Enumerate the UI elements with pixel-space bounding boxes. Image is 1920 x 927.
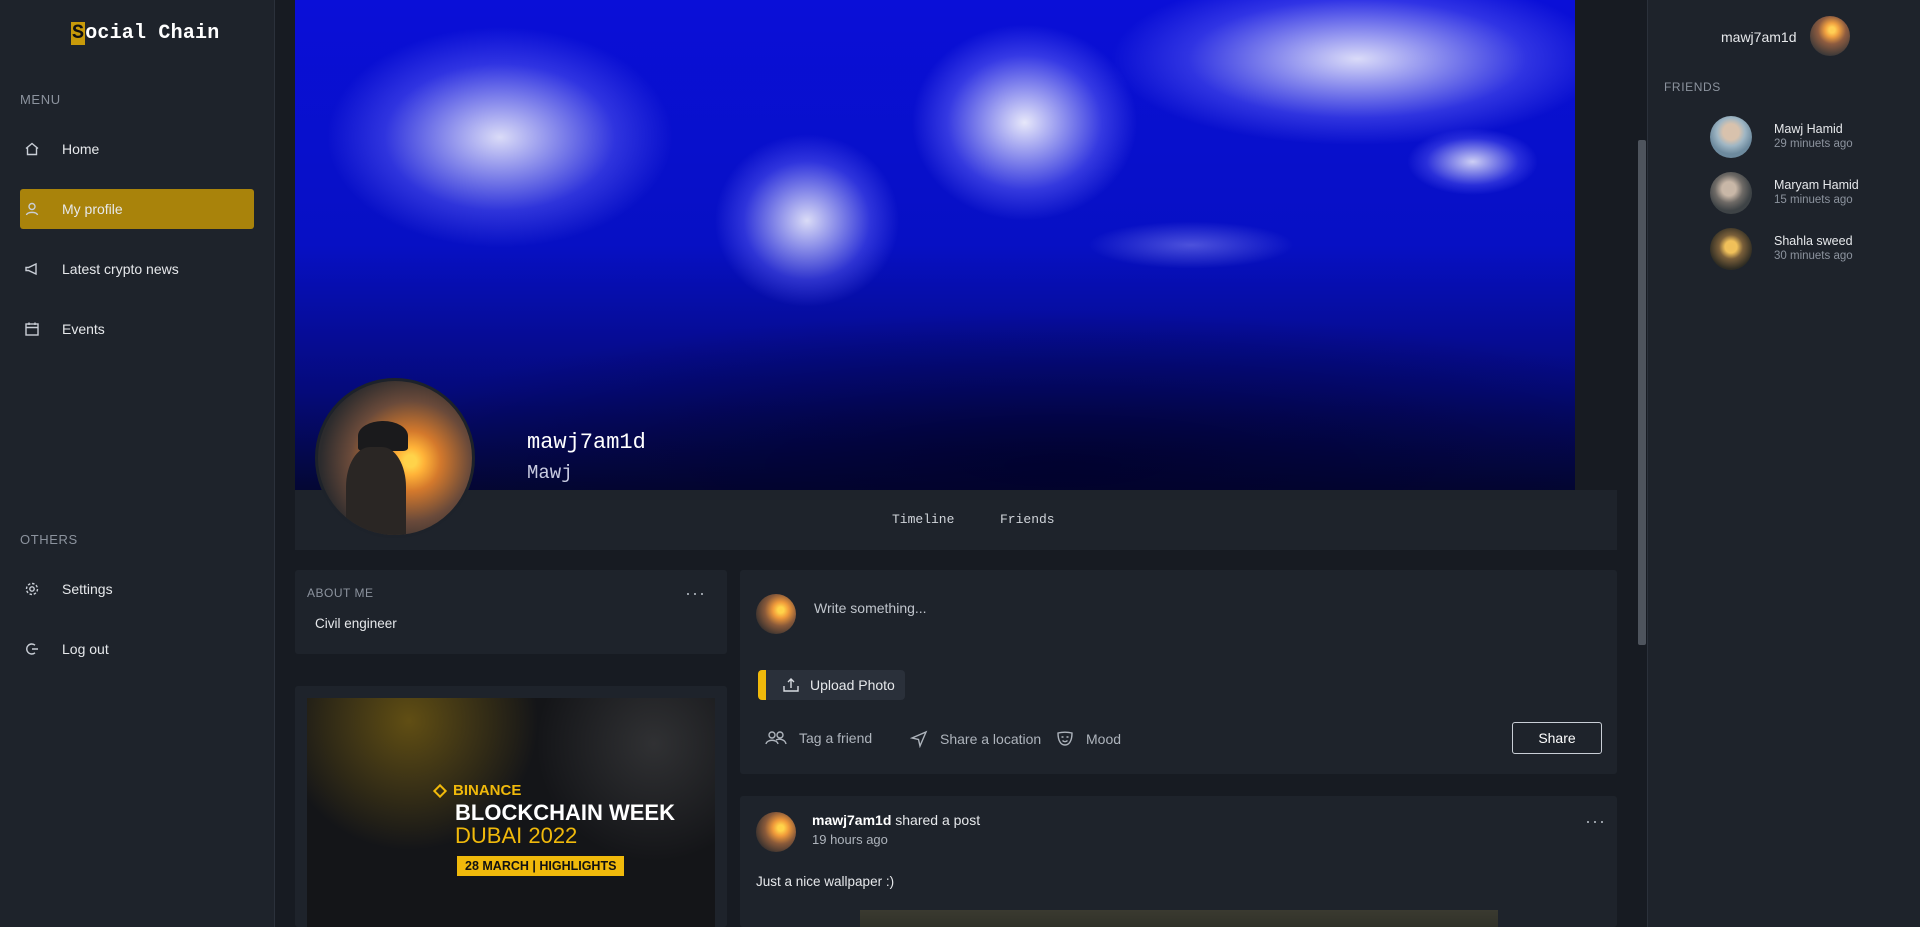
users-icon <box>765 731 787 745</box>
left-sidebar: Social Chain MENU Home My profile Latest… <box>0 0 275 927</box>
ad-brand: BINANCE <box>453 782 522 799</box>
mood-button[interactable]: Mood <box>1056 730 1121 748</box>
post-header: mawj7am1d shared a post <box>812 812 980 828</box>
friend-name: Shahla sweed <box>1774 234 1853 248</box>
share-location-label: Share a location <box>940 731 1042 747</box>
logout-icon <box>24 641 40 657</box>
gear-icon <box>24 581 40 597</box>
friend-item[interactable]: Maryam Hamid 15 minuets ago <box>1710 172 1910 216</box>
post-timestamp: 19 hours ago <box>812 832 888 847</box>
binance-ad-banner[interactable]: BINANCE BLOCKCHAIN WEEK DUBAI 2022 28 MA… <box>307 698 715 927</box>
upload-icon <box>783 678 799 692</box>
cover-image: mawj7am1d Mawj <box>295 0 1575 490</box>
about-more-icon[interactable]: ··· <box>685 584 706 602</box>
current-user-name[interactable]: mawj7am1d <box>1721 29 1796 45</box>
calendar-icon <box>24 321 40 337</box>
current-user-avatar[interactable] <box>1810 16 1850 56</box>
share-button[interactable]: Share <box>1512 722 1602 754</box>
friend-time: 30 minuets ago <box>1774 250 1853 262</box>
tab-friends[interactable]: Friends <box>1000 512 1055 527</box>
nav-crypto-news[interactable]: Latest crypto news <box>20 249 254 289</box>
right-sidebar: mawj7am1d FRIENDS Mawj Hamid 29 minuets … <box>1647 0 1920 927</box>
user-icon <box>24 201 40 217</box>
scrollbar-thumb[interactable] <box>1638 140 1646 645</box>
friend-item[interactable]: Shahla sweed 30 minuets ago <box>1710 228 1910 272</box>
post-card: mawj7am1d shared a post 19 hours ago ···… <box>740 796 1617 927</box>
composer-input[interactable] <box>814 600 1574 616</box>
profile-username: mawj7am1d <box>527 430 646 455</box>
profile-avatar[interactable] <box>315 378 475 538</box>
post-text: Just a nice wallpaper :) <box>756 874 895 889</box>
tag-friend-button[interactable]: Tag a friend <box>765 730 872 746</box>
avatar-body-shape <box>346 447 406 535</box>
friend-time: 15 minuets ago <box>1774 194 1853 206</box>
about-me-card: ABOUT ME ··· Civil engineer <box>295 570 727 654</box>
composer-avatar <box>756 594 796 634</box>
friends-section-label: FRIENDS <box>1664 80 1721 94</box>
main-scrollbar[interactable] <box>1637 0 1647 927</box>
nav-logout-label: Log out <box>62 641 109 657</box>
nav-home[interactable]: Home <box>20 129 254 169</box>
nav-home-label: Home <box>62 141 100 157</box>
post-image[interactable] <box>860 910 1498 927</box>
friend-item[interactable]: Mawj Hamid 29 minuets ago <box>1710 116 1910 160</box>
mask-icon <box>1057 731 1073 746</box>
others-section-label: OTHERS <box>20 532 78 547</box>
nav-my-profile[interactable]: My profile <box>20 189 254 229</box>
binance-logo-icon <box>432 783 448 799</box>
megaphone-icon <box>24 261 40 277</box>
menu-section-label: MENU <box>20 92 61 107</box>
friend-avatar <box>1710 116 1752 158</box>
about-me-title: ABOUT ME <box>307 586 374 600</box>
upload-photo-button[interactable]: Upload Photo <box>758 670 905 700</box>
post-composer: Upload Photo Tag a friend Share a locati… <box>740 570 1617 774</box>
home-icon <box>24 141 40 157</box>
profile-display-name: Mawj <box>527 462 573 484</box>
share-location-button[interactable]: Share a location <box>910 730 1041 748</box>
app-logo[interactable]: Social Chain <box>71 22 219 45</box>
location-arrow-icon <box>910 730 928 748</box>
friend-name: Maryam Hamid <box>1774 178 1859 192</box>
brand-rest: ocial Chain <box>85 22 220 45</box>
friend-avatar <box>1710 228 1752 270</box>
nav-events-label: Events <box>62 321 105 337</box>
post-author-avatar[interactable] <box>756 812 796 852</box>
nav-logout[interactable]: Log out <box>20 629 254 669</box>
tab-timeline[interactable]: Timeline <box>892 512 954 527</box>
upload-photo-label: Upload Photo <box>810 677 895 693</box>
nav-crypto-news-label: Latest crypto news <box>62 261 179 277</box>
post-more-icon[interactable]: ··· <box>1585 812 1606 830</box>
brand-first-letter: S <box>71 22 86 45</box>
friend-name: Mawj Hamid <box>1774 122 1843 136</box>
ad-badge: 28 MARCH | HIGHLIGHTS <box>457 856 625 876</box>
profile-tabs: Timeline Friends <box>295 490 1617 550</box>
ad-subtitle: DUBAI 2022 <box>455 823 578 848</box>
friend-time: 29 minuets ago <box>1774 138 1853 150</box>
nav-settings[interactable]: Settings <box>20 569 254 609</box>
friend-avatar <box>1710 172 1752 214</box>
post-action-text: shared a post <box>895 812 981 828</box>
main-content: mawj7am1d Mawj Timeline Friends ABOUT ME… <box>275 0 1647 927</box>
about-me-text: Civil engineer <box>315 616 397 631</box>
nav-my-profile-label: My profile <box>62 201 123 217</box>
post-author-name[interactable]: mawj7am1d <box>812 812 891 828</box>
nav-events[interactable]: Events <box>20 309 254 349</box>
mood-label: Mood <box>1086 731 1122 747</box>
tag-friend-label: Tag a friend <box>799 730 873 746</box>
nav-settings-label: Settings <box>62 581 113 597</box>
